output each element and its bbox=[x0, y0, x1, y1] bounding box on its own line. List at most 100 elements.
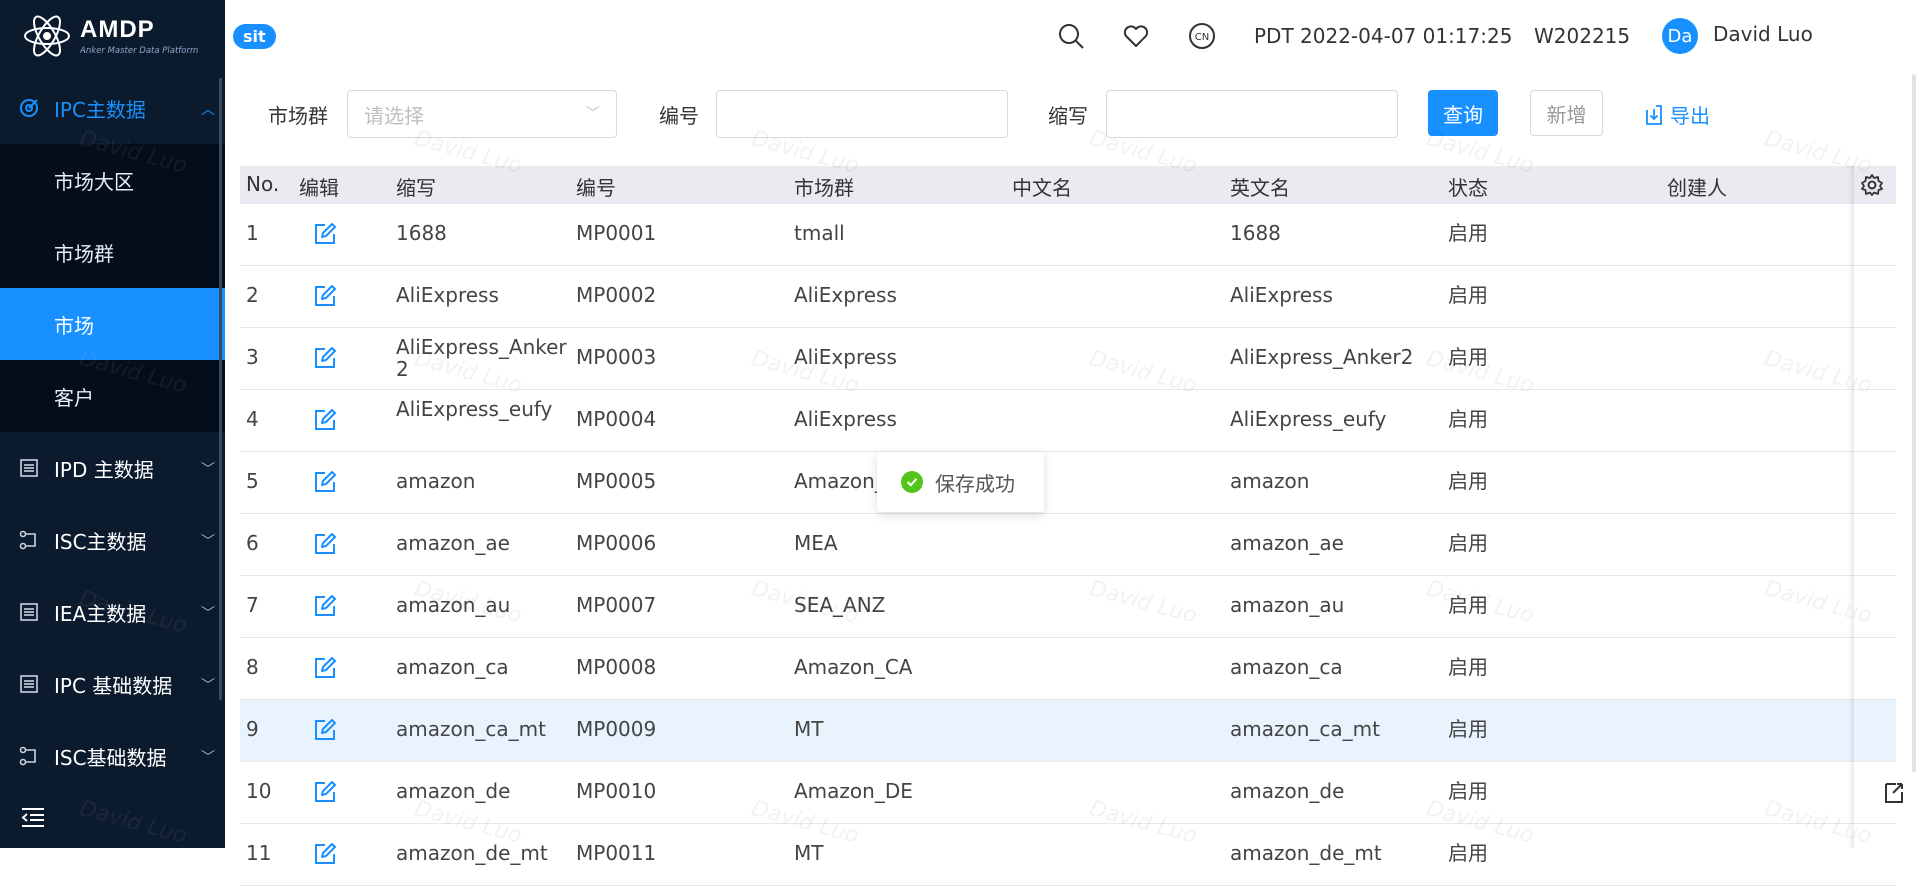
cell-no: 11 bbox=[246, 841, 272, 865]
cell-no: 2 bbox=[246, 283, 259, 307]
cell-status: 启用 bbox=[1448, 779, 1488, 803]
cell-status: 启用 bbox=[1448, 593, 1488, 617]
cell-status: 启用 bbox=[1448, 407, 1488, 431]
sidebar-group-isc-basic[interactable]: ISC基础数据 ﹀ bbox=[0, 720, 225, 792]
edit-icon[interactable] bbox=[313, 656, 337, 680]
cell-abbr: amazon bbox=[396, 469, 476, 493]
search-button[interactable]: 查询 bbox=[1428, 90, 1498, 136]
col-en-name[interactable]: 英文名 bbox=[1230, 172, 1290, 201]
cell-abbr: amazon_ae bbox=[396, 531, 510, 555]
search-icon[interactable] bbox=[1057, 22, 1085, 50]
export-icon bbox=[1644, 104, 1664, 126]
cell-no: 3 bbox=[246, 345, 259, 369]
cell-en-name: amazon_ca_mt bbox=[1230, 717, 1380, 741]
table-row[interactable]: 2 AliExpress MP0002 AliExpress AliExpress 启用 bbox=[240, 266, 1896, 328]
collapse-menu-icon[interactable] bbox=[20, 806, 46, 828]
edit-icon[interactable] bbox=[313, 408, 337, 432]
table-row[interactable]: 9 amazon_ca_mt MP0009 MT amazon_ca_mt 启用 bbox=[240, 700, 1896, 762]
cell-code: MP0001 bbox=[576, 221, 657, 245]
language-icon[interactable]: CN bbox=[1188, 22, 1216, 50]
cell-status: 启用 bbox=[1448, 469, 1488, 493]
sidebar-group-isc-master[interactable]: ISC主数据 ﹀ bbox=[0, 504, 225, 576]
edit-icon[interactable] bbox=[313, 222, 337, 246]
table-row[interactable]: 6 amazon_ae MP0006 MEA amazon_ae 启用 bbox=[240, 514, 1896, 576]
export-button[interactable]: 导出 bbox=[1644, 100, 1710, 129]
gear-icon[interactable] bbox=[1860, 173, 1884, 197]
sidebar-group-label: ISC基础数据 bbox=[54, 745, 167, 770]
avatar[interactable]: Da bbox=[1662, 18, 1698, 54]
heart-icon[interactable] bbox=[1122, 22, 1150, 50]
chevron-down-icon: ﹀ bbox=[201, 534, 215, 550]
sidebar-group-ipc-master[interactable]: IPC主数据 ︿ bbox=[0, 72, 225, 144]
market-table: No. 编辑 缩写 编号 市场群 中文名 英文名 状态 创建人 1 1688 MP0… bbox=[240, 166, 1896, 886]
cell-status: 启用 bbox=[1448, 345, 1488, 369]
col-abbr[interactable]: 缩写 bbox=[396, 172, 436, 201]
select-placeholder: 请选择 bbox=[364, 103, 424, 128]
code-input[interactable] bbox=[716, 90, 1008, 138]
table-row[interactable]: 3 AliExpress_Anker2 MP0003 AliExpress AliExp… bbox=[240, 328, 1896, 390]
abbr-input[interactable] bbox=[1106, 90, 1398, 138]
sidebar-scrollbar[interactable] bbox=[219, 78, 222, 700]
cell-en-name: AliExpress bbox=[1230, 283, 1333, 307]
col-code[interactable]: 编号 bbox=[576, 172, 616, 201]
col-no: No. bbox=[246, 172, 280, 196]
cell-market-group: SEA_ANZ bbox=[794, 593, 886, 617]
cell-abbr: amazon_ca_mt bbox=[396, 717, 546, 741]
edit-icon[interactable] bbox=[313, 470, 337, 494]
cell-en-name: amazon bbox=[1230, 469, 1310, 493]
edit-icon[interactable] bbox=[313, 780, 337, 804]
logo[interactable]: AMDP Anker Master Data Platform bbox=[0, 0, 225, 72]
table-row[interactable]: 8 amazon_ca MP0008 Amazon_CA amazon_ca 启用 bbox=[240, 638, 1896, 700]
cell-abbr: amazon_de bbox=[396, 779, 511, 803]
cell-market-group: Amazon_DE bbox=[794, 779, 913, 803]
col-cn-name[interactable]: 中文名 bbox=[1012, 172, 1072, 201]
edit-icon[interactable] bbox=[313, 842, 337, 866]
sidebar-group-ipd-master[interactable]: IPD 主数据 ﹀ bbox=[0, 432, 225, 504]
sidebar-item-customer[interactable]: 客户 bbox=[0, 360, 225, 432]
table-row[interactable]: 11 amazon_de_mt MP0011 MT amazon_de_mt 启用 bbox=[240, 824, 1896, 886]
sidebar-item-market-group[interactable]: 市场群 bbox=[0, 216, 225, 288]
table-row[interactable]: 5 amazon MP0005 Amazon_ amazon 启用 bbox=[240, 452, 1896, 514]
success-toast: 保存成功 bbox=[877, 452, 1044, 512]
cell-en-name: amazon_de bbox=[1230, 779, 1345, 803]
cell-abbr: AliExpress_Anker2 bbox=[396, 335, 567, 381]
cell-no: 7 bbox=[246, 593, 259, 617]
cell-status: 启用 bbox=[1448, 221, 1488, 245]
table-row[interactable]: 1 1688 MP0001 tmall 1688 启用 bbox=[240, 204, 1896, 266]
cell-market-group: MEA bbox=[794, 531, 838, 555]
market-group-select[interactable]: 请选择 ﹀ bbox=[347, 90, 617, 138]
user-name[interactable]: David Luo bbox=[1713, 22, 1813, 46]
table-row[interactable]: 10 amazon_de MP0010 Amazon_DE amazon_de 启用 bbox=[240, 762, 1896, 824]
edit-icon[interactable] bbox=[313, 718, 337, 742]
col-status[interactable]: 状态 bbox=[1448, 172, 1488, 201]
col-market-group[interactable]: 市场群 bbox=[794, 172, 854, 201]
flow-icon bbox=[18, 745, 40, 767]
edit-icon[interactable] bbox=[313, 284, 337, 308]
page-scrollbar[interactable] bbox=[1912, 74, 1916, 772]
cell-en-name: amazon_de_mt bbox=[1230, 841, 1382, 865]
cell-status: 启用 bbox=[1448, 283, 1488, 307]
edit-icon[interactable] bbox=[313, 594, 337, 618]
sidebar-group-ipc-basic[interactable]: IPC 基础数据 ﹀ bbox=[0, 648, 225, 720]
sidebar-group-label: IPC 基础数据 bbox=[54, 673, 173, 698]
cell-market-group: MT bbox=[794, 841, 824, 865]
add-button[interactable]: 新增 bbox=[1530, 90, 1603, 136]
cell-abbr: AliExpress bbox=[396, 283, 499, 307]
edit-page-icon[interactable] bbox=[1878, 778, 1908, 808]
target-icon bbox=[18, 97, 40, 119]
edit-icon[interactable] bbox=[313, 532, 337, 556]
edit-icon[interactable] bbox=[313, 346, 337, 370]
cell-no: 5 bbox=[246, 469, 259, 493]
sidebar-item-market[interactable]: 市场 bbox=[0, 288, 225, 360]
table-row[interactable]: 7 amazon_au MP0007 SEA_ANZ amazon_au 启用 bbox=[240, 576, 1896, 638]
table-row[interactable]: 4 AliExpress_eufy MP0004 AliExpress AliExpre… bbox=[240, 390, 1896, 452]
sidebar-item-market-region[interactable]: 市场大区 bbox=[0, 144, 225, 216]
cell-market-group: AliExpress bbox=[794, 283, 897, 307]
cell-code: MP0002 bbox=[576, 283, 657, 307]
sidebar-group-label: ISC主数据 bbox=[54, 529, 147, 554]
chevron-up-icon: ︿ bbox=[201, 102, 215, 118]
sidebar-group-iea-master[interactable]: IEA主数据 ﹀ bbox=[0, 576, 225, 648]
col-creator[interactable]: 创建人 bbox=[1667, 172, 1727, 201]
cell-code: MP0008 bbox=[576, 655, 657, 679]
list-icon bbox=[18, 457, 40, 479]
